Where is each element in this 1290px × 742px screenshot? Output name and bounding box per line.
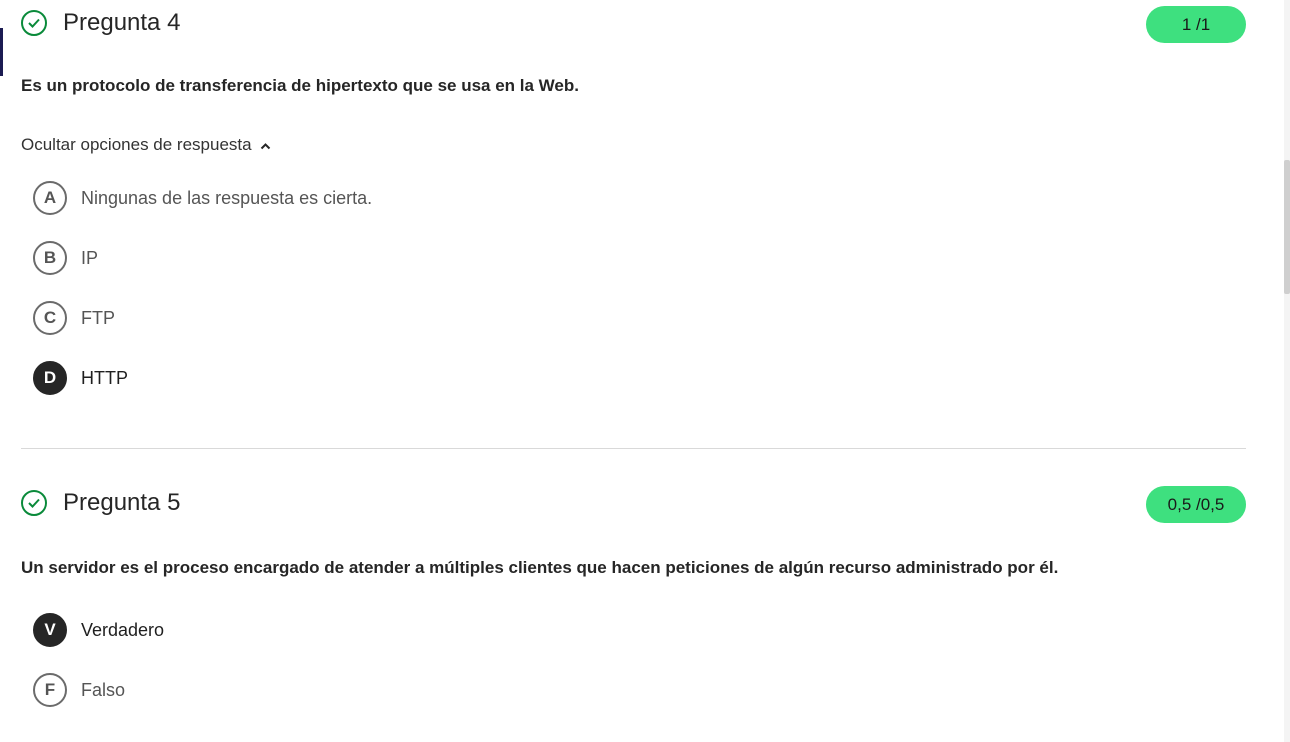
correct-check-icon: [21, 490, 47, 516]
option-letter-selected: V: [33, 613, 67, 647]
option-label: FTP: [81, 307, 115, 328]
option-label: HTTP: [81, 367, 128, 388]
question-5-header: Pregunta 5 0,5 /0,5: [21, 486, 1246, 526]
option-letter: C: [33, 301, 67, 335]
scrollbar-thumb[interactable]: [1284, 160, 1290, 294]
option-c[interactable]: C FTP: [33, 300, 115, 336]
option-f[interactable]: F Falso: [33, 672, 125, 708]
scrollbar-track[interactable]: [1284, 0, 1290, 742]
question-5-score-badge: 0,5 /0,5: [1146, 486, 1246, 523]
question-4-header: Pregunta 4 1 /1: [21, 6, 1246, 46]
option-letter: F: [33, 673, 67, 707]
option-letter: A: [33, 181, 67, 215]
option-label: Verdadero: [81, 619, 165, 640]
question-4-text: Es un protocolo de transferencia de hipe…: [21, 76, 579, 95]
option-a[interactable]: A Ningunas de las respuesta es cierta.: [33, 180, 372, 216]
option-label: Ningunas de las respuesta es cierta.: [81, 187, 373, 208]
option-b[interactable]: B IP: [33, 240, 98, 276]
chevron-up-icon: [260, 143, 270, 150]
hide-options-toggle[interactable]: Ocultar opciones de respuesta: [21, 135, 271, 155]
question-4-score-badge: 1 /1: [1146, 6, 1246, 43]
question-5: Pregunta 5 0,5 /0,5 Un servidor es el pr…: [21, 486, 1246, 707]
left-accent-bar: [0, 28, 3, 76]
option-label: IP: [81, 247, 99, 268]
hide-options-label: Ocultar opciones de respuesta: [21, 135, 252, 154]
question-divider: [21, 448, 1246, 449]
correct-check-icon: [21, 10, 47, 36]
question-4: Pregunta 4 1 /1 Es un protocolo de trans…: [21, 6, 1246, 395]
option-label: Falso: [81, 679, 126, 700]
option-d[interactable]: D HTTP: [33, 360, 128, 396]
question-5-text: Un servidor es el proceso encargado de a…: [21, 558, 1059, 577]
option-letter-selected: D: [33, 361, 67, 395]
option-letter: B: [33, 241, 67, 275]
option-v[interactable]: V Verdadero: [33, 612, 164, 648]
question-4-title: Pregunta 4: [63, 9, 181, 36]
question-5-title: Pregunta 5: [63, 489, 181, 516]
